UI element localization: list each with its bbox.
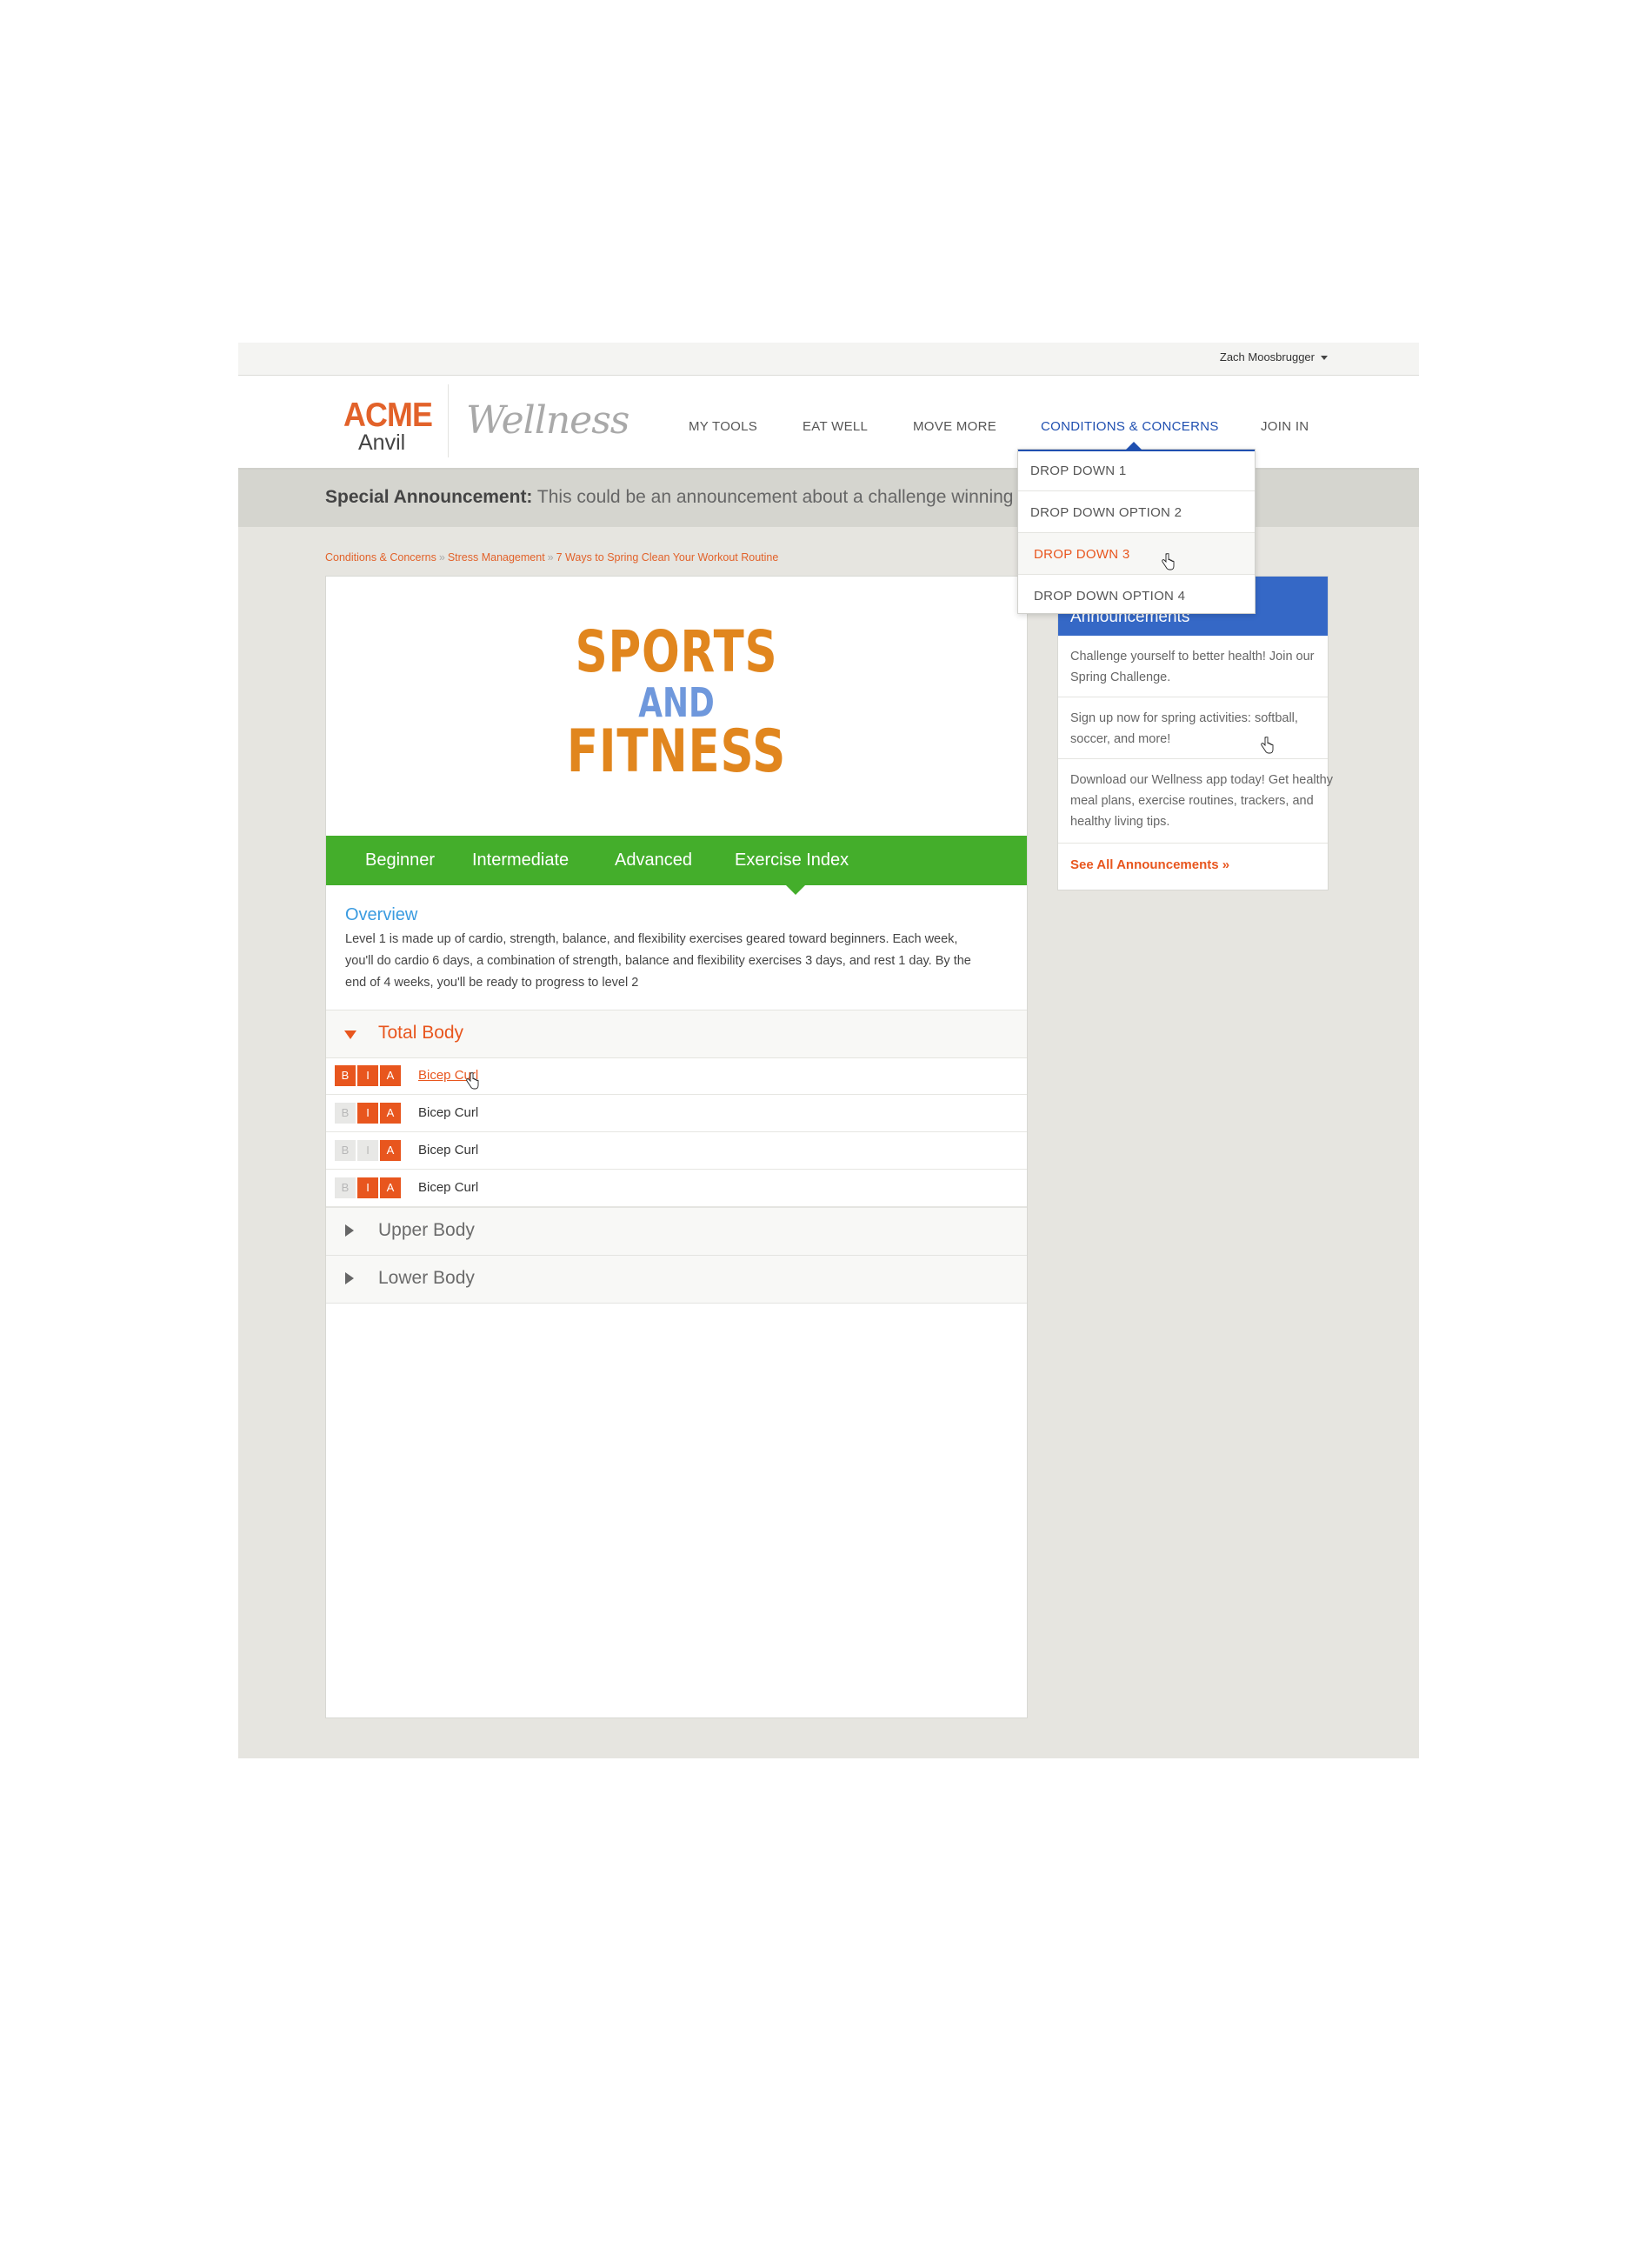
exercise-row[interactable]: B I A Bicep Curl xyxy=(326,1132,1027,1170)
hand-pointer-icon xyxy=(1162,553,1175,570)
nav-conditions-concerns[interactable]: CONDITIONS & CONCERNS xyxy=(1041,419,1219,434)
level-tabs: Beginner Intermediate Advanced Exercise … xyxy=(326,836,1027,895)
breadcrumb-separator: » xyxy=(438,551,445,564)
section-total-body[interactable]: Total Body xyxy=(326,1010,1027,1058)
exercise-link[interactable]: Bicep Curl xyxy=(418,1105,478,1120)
exercise-row[interactable]: B I A Bicep Curl xyxy=(326,1170,1027,1207)
level-badge-b[interactable]: B xyxy=(335,1140,356,1161)
announcement-item[interactable]: Download our Wellness app today! Get hea… xyxy=(1058,759,1333,844)
top-utility-bar: Zach Moosbrugger xyxy=(238,343,1419,376)
hand-pointer-icon xyxy=(1261,737,1274,754)
user-menu[interactable]: Zach Moosbrugger xyxy=(1220,350,1328,363)
logo-anvil[interactable]: Anvil xyxy=(358,430,405,456)
user-name: Zach Moosbrugger xyxy=(1219,350,1315,363)
breadcrumb: Conditions & Concerns» Stress Management»… xyxy=(325,551,778,564)
nav-join-in[interactable]: JOIN IN xyxy=(1261,419,1309,434)
exercise-row[interactable]: B I A Bicep Curl xyxy=(326,1057,1027,1095)
level-badge-a[interactable]: A xyxy=(380,1140,401,1161)
dropdown-item-label: DROP DOWN OPTION 4 xyxy=(1034,589,1186,604)
dropdown-item-4[interactable]: DROP DOWN OPTION 4 xyxy=(1018,575,1255,616)
level-badge-i[interactable]: I xyxy=(357,1103,378,1124)
dropdown-arrow xyxy=(1126,442,1142,450)
exercise-row[interactable]: B I A Bicep Curl xyxy=(326,1095,1027,1132)
logo-divider xyxy=(448,384,449,457)
dropdown-item-label: DROP DOWN 1 xyxy=(1030,464,1127,478)
main-content-card: SPORTS AND FITNESS Beginner Intermediate… xyxy=(325,576,1028,1718)
announcement-item-text: Challenge yourself to better health! Joi… xyxy=(1070,650,1315,684)
triangle-right-icon xyxy=(345,1272,354,1284)
section-title: Upper Body xyxy=(378,1220,475,1240)
nav-eat-well[interactable]: EAT WELL xyxy=(803,419,868,434)
tab-intermediate[interactable]: Intermediate xyxy=(472,850,569,870)
announcement-item-text: Download our Wellness app today! Get hea… xyxy=(1070,773,1333,829)
nav-move-more[interactable]: MOVE MORE xyxy=(913,419,996,434)
triangle-down-icon xyxy=(344,1030,356,1039)
level-badge-i[interactable]: I xyxy=(357,1177,378,1198)
level-badge-b[interactable]: B xyxy=(335,1103,356,1124)
logo-acme[interactable]: ACME xyxy=(343,397,433,435)
announcement-label: Special Announcement: xyxy=(325,487,533,507)
announcements-sidebar: n Announcements Challenge yourself to be… xyxy=(1057,576,1333,890)
hero-line-sports: SPORTS xyxy=(575,618,778,685)
breadcrumb-item[interactable]: 7 Ways to Spring Clean Your Workout Rout… xyxy=(556,551,779,564)
dropdown-item-3[interactable]: DROP DOWN 3 xyxy=(1018,533,1255,575)
section-lower-body[interactable]: Lower Body xyxy=(326,1255,1027,1304)
announcement-text: This could be an announcement about a ch… xyxy=(536,487,1059,507)
app-frame: Zach Moosbrugger ACME Anvil Wellness MY … xyxy=(238,343,1419,1758)
overview-title: Overview xyxy=(345,905,418,924)
level-badge-i[interactable]: I xyxy=(357,1140,378,1161)
hero-line-fitness: FITNESS xyxy=(566,717,787,786)
section-title: Lower Body xyxy=(378,1268,475,1288)
triangle-right-icon xyxy=(345,1224,354,1237)
dropdown-item-label: DROP DOWN OPTION 2 xyxy=(1030,505,1182,520)
see-all-announcements-link[interactable]: See All Announcements » xyxy=(1070,857,1229,872)
level-badge-b[interactable]: B xyxy=(335,1065,356,1086)
overview-body: Level 1 is made up of cardio, strength, … xyxy=(345,932,971,990)
breadcrumb-item[interactable]: Conditions & Concerns xyxy=(325,551,436,564)
breadcrumb-separator: » xyxy=(547,551,554,564)
caret-down-icon xyxy=(1321,356,1328,361)
breadcrumb-item[interactable]: Stress Management xyxy=(448,551,545,564)
level-badge-a[interactable]: A xyxy=(380,1103,401,1124)
announcement-item-text: Sign up now for spring activities: softb… xyxy=(1070,711,1298,746)
announcement-item[interactable]: Sign up now for spring activities: softb… xyxy=(1058,697,1328,759)
hand-pointer-icon xyxy=(466,1072,479,1090)
tab-exercise-index[interactable]: Exercise Index xyxy=(735,850,849,870)
dropdown-item-1[interactable]: DROP DOWN 1 xyxy=(1018,450,1255,491)
nav-my-tools[interactable]: MY TOOLS xyxy=(689,419,757,434)
active-tab-pointer xyxy=(786,885,805,895)
dropdown-item-label: DROP DOWN 3 xyxy=(1034,547,1130,562)
announcement-item[interactable]: Challenge yourself to better health! Joi… xyxy=(1058,636,1328,697)
section-upper-body[interactable]: Upper Body xyxy=(326,1207,1027,1256)
level-badge-i[interactable]: I xyxy=(357,1065,378,1086)
tab-beginner[interactable]: Beginner xyxy=(365,850,435,870)
hero-banner: SPORTS AND FITNESS xyxy=(326,577,1027,836)
dropdown-item-2[interactable]: DROP DOWN OPTION 2 xyxy=(1018,491,1255,533)
tab-advanced[interactable]: Advanced xyxy=(615,850,692,870)
conditions-dropdown-menu: DROP DOWN 1 DROP DOWN OPTION 2 DROP DOWN… xyxy=(1017,442,1256,616)
level-badge-a[interactable]: A xyxy=(380,1177,401,1198)
exercise-link[interactable]: Bicep Curl xyxy=(418,1180,478,1195)
level-badge-a[interactable]: A xyxy=(380,1065,401,1086)
logo-wellness[interactable]: Wellness xyxy=(466,398,629,443)
level-badge-b[interactable]: B xyxy=(335,1177,356,1198)
exercise-link[interactable]: Bicep Curl xyxy=(418,1143,478,1157)
section-title: Total Body xyxy=(378,1023,464,1043)
